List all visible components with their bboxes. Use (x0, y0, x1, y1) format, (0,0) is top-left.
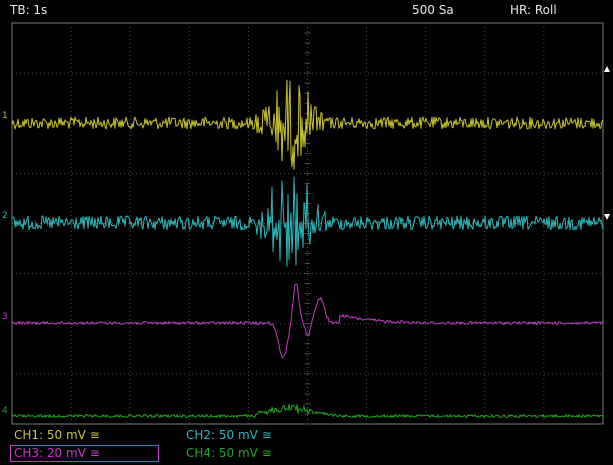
trigger-up-arrow-icon[interactable] (604, 66, 610, 72)
channel-3-label[interactable]: CH3: 20 mV ≅ (14, 446, 100, 460)
channel-2-label[interactable]: CH2: 50 mV ≅ (186, 428, 272, 442)
trigger-down-arrow-icon[interactable] (604, 214, 610, 220)
channel-4-marker[interactable]: 4 (2, 406, 8, 416)
channel-markers[interactable]: 1 2 3 4 (2, 111, 8, 416)
waveform-traces (11, 79, 604, 418)
channel-1-marker[interactable]: 1 (2, 111, 8, 121)
channel-3-marker[interactable]: 3 (2, 312, 8, 322)
channel-2-marker[interactable]: 2 (2, 211, 8, 221)
channel-1-label[interactable]: CH1: 50 mV ≅ (14, 428, 100, 442)
channel-4-label[interactable]: CH4: 50 mV ≅ (186, 446, 272, 460)
scope-display[interactable]: 1 2 3 4 (0, 0, 613, 465)
